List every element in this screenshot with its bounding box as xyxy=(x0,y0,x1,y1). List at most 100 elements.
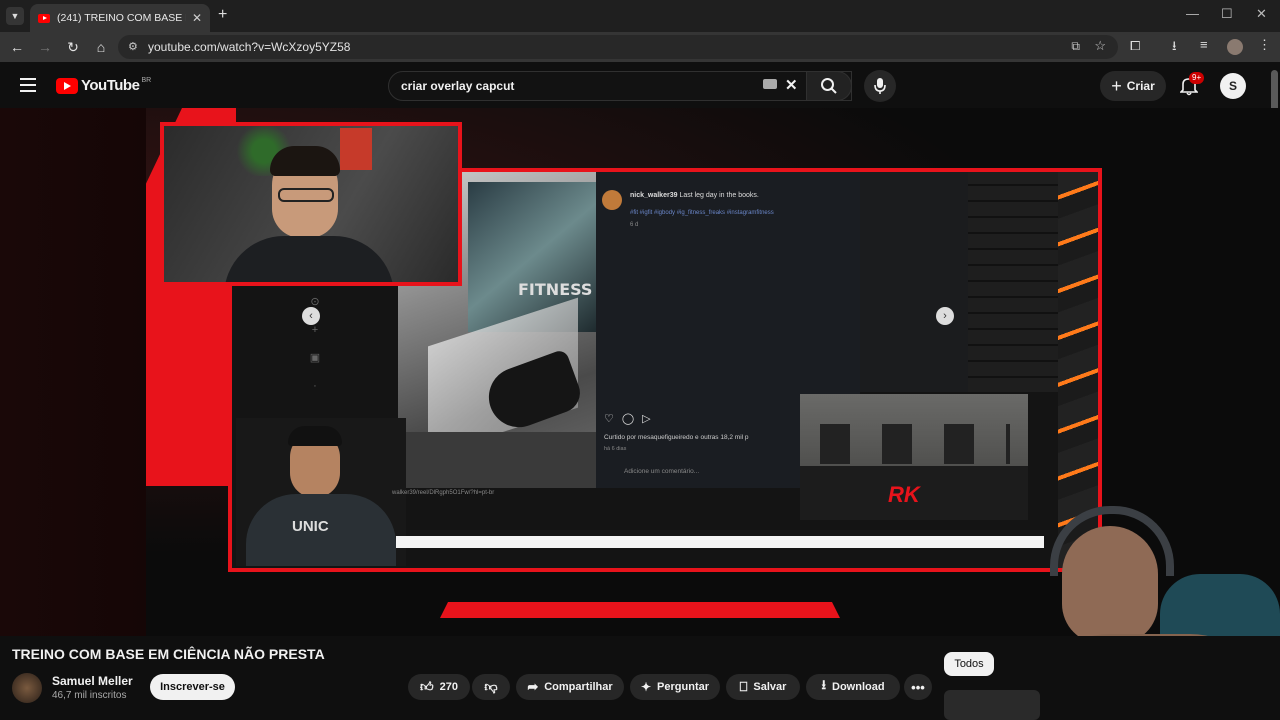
ask-button[interactable]: ✦ Perguntar xyxy=(630,674,720,700)
podcast-people xyxy=(820,424,1010,464)
left-dark-panel xyxy=(0,108,146,636)
share-button[interactable]: ➦ Compartilhar xyxy=(516,674,624,700)
share-icon: ➦ xyxy=(527,679,539,694)
home-icon[interactable]: ⌂ xyxy=(87,33,115,61)
streamer-cutout xyxy=(1040,504,1280,636)
webcam-poster xyxy=(340,128,372,170)
keyboard-icon[interactable] xyxy=(763,79,777,89)
more-actions-button[interactable]: ••• xyxy=(904,674,932,700)
podcast-logo: RK xyxy=(888,482,920,507)
youtube-logo-text: YouTube xyxy=(81,77,140,94)
share-label: Compartilhar xyxy=(544,681,613,693)
post-actions: ♡◯▷ xyxy=(604,413,659,425)
browser-menu-icon[interactable]: ⋮ xyxy=(1258,37,1271,53)
channel-avatar[interactable] xyxy=(12,673,42,703)
tab-search-icon[interactable]: ▼ xyxy=(6,7,24,25)
ask-label: Perguntar xyxy=(657,681,710,693)
forward-icon[interactable]: → xyxy=(31,33,59,61)
gym-floor xyxy=(398,432,596,488)
post-age: 6 d xyxy=(630,222,639,228)
streamer-webcam-overlay xyxy=(160,122,462,286)
next-arrow-icon: › xyxy=(936,307,954,325)
streamer-headset xyxy=(1050,506,1174,576)
screen-white-bar xyxy=(396,536,1044,548)
search-button[interactable] xyxy=(806,71,852,101)
prev-arrow-icon: ‹ xyxy=(302,307,320,325)
subscribe-label: Inscrever-se xyxy=(160,681,225,693)
voice-search-button[interactable] xyxy=(864,70,896,102)
like-count: 270 xyxy=(439,681,458,693)
webcam-person-hair xyxy=(270,146,340,176)
dislike-button[interactable]: 👎︎ xyxy=(472,674,510,700)
maximize-icon[interactable]: ☐ xyxy=(1221,6,1233,22)
profile-avatar-icon[interactable] xyxy=(1227,39,1243,55)
streamer-chair xyxy=(1160,574,1280,636)
save-button[interactable]: ⎕ Salvar xyxy=(726,674,800,700)
filter-chip-label: Todos xyxy=(954,658,984,670)
search-icon xyxy=(821,78,837,94)
minimize-icon[interactable]: — xyxy=(1186,6,1199,21)
region-code: BR xyxy=(141,77,152,84)
download-button[interactable]: ⭳ Download xyxy=(806,674,900,700)
extensions-icon[interactable]: ⧠ xyxy=(1130,38,1140,54)
gym-sign: FITNESS xyxy=(518,280,593,299)
browser-tab-active[interactable]: (241) TREINO COM BASE EM CIÊ ✕ xyxy=(30,4,210,32)
install-app-icon[interactable]: ⧉ xyxy=(1071,39,1080,54)
post-header: nick_walker39 Last leg day in the books. xyxy=(630,192,759,199)
sparkle-icon: ✦ xyxy=(640,680,652,694)
subscribe-button[interactable]: Inscrever-se xyxy=(150,674,235,700)
plus-icon: + xyxy=(1111,75,1122,96)
filter-chip-all[interactable]: Todos xyxy=(944,652,994,676)
bookmark-icon: ⎕ xyxy=(739,679,748,694)
create-button[interactable]: + Criar xyxy=(1100,71,1166,101)
download-icon: ⭳ xyxy=(821,677,826,692)
comment-input-mock: Adicione um comentário... xyxy=(624,468,700,475)
avatar-letter: S xyxy=(1228,79,1237,93)
presenter-cap xyxy=(288,426,342,446)
post-avatar xyxy=(602,190,622,210)
create-label: Criar xyxy=(1126,79,1155,93)
back-icon[interactable]: ← xyxy=(3,33,31,61)
screen-url-fragment: walker39/reel/DlRgph5O1Fw/?hl=pt-br xyxy=(392,490,495,496)
webcam-person-body xyxy=(224,236,394,282)
notifications-button[interactable]: 9+ xyxy=(1179,72,1205,96)
new-tab-button[interactable]: + xyxy=(218,6,227,24)
address-bar[interactable]: ⚙ youtube.com/watch?v=WcXzoy5YZ58 ⧉ ☆ xyxy=(118,35,1118,59)
youtube-logo[interactable]: YouTube BR xyxy=(56,77,151,94)
browser-tab-strip: ▼ (241) TREINO COM BASE EM CIÊ ✕ + — ☐ ✕ xyxy=(0,0,1280,32)
media-control-icon[interactable]: ≡ xyxy=(1200,37,1208,52)
downloads-icon[interactable]: ⭳ xyxy=(1172,37,1177,59)
subscriber-count: 46,7 mil inscritos xyxy=(52,690,127,701)
post-caption: Last leg day in the books. xyxy=(679,192,759,199)
close-tab-icon[interactable]: ✕ xyxy=(192,11,202,25)
thumbs-down-icon: 👎︎ xyxy=(484,679,498,694)
channel-name[interactable]: Samuel Meller xyxy=(52,674,133,688)
site-info-icon[interactable]: ⚙ xyxy=(128,40,138,53)
reload-icon[interactable]: ↻ xyxy=(59,33,87,61)
search-input[interactable]: criar overlay capcut ✕ xyxy=(388,71,852,101)
post-tags: #fit #igfit #igbody #ig_fitness_freaks #… xyxy=(630,210,774,216)
more-horizontal-icon: ••• xyxy=(911,679,925,695)
download-label: Download xyxy=(832,681,885,693)
like-button[interactable]: 👍︎ 270 xyxy=(408,674,470,700)
account-avatar[interactable]: S xyxy=(1220,73,1246,99)
hamburger-menu-icon[interactable] xyxy=(20,78,36,92)
podcast-overlay: RK xyxy=(800,394,1028,520)
close-window-icon[interactable]: ✕ xyxy=(1256,6,1267,22)
shirt-logo: UNIC xyxy=(292,518,329,535)
bookmark-star-icon[interactable]: ☆ xyxy=(1094,38,1106,54)
lower-red-bar xyxy=(440,602,840,618)
microphone-icon xyxy=(874,78,886,94)
video-player[interactable]: ⊙ + ▣ · ‹ FITNESS nick_walker39 Last leg da… xyxy=(0,108,1280,636)
url-text: youtube.com/watch?v=WcXzoy5YZ58 xyxy=(148,40,351,54)
presenter-overlay: UNIC xyxy=(236,418,406,566)
webcam-glasses xyxy=(278,188,334,202)
screen-dark-right xyxy=(860,172,970,392)
clear-search-icon[interactable]: ✕ xyxy=(785,76,798,94)
post-username: nick_walker39 xyxy=(630,192,678,199)
tab-title: (241) TREINO COM BASE EM CIÊ xyxy=(57,12,186,24)
post-time: há 6 dias xyxy=(604,446,627,452)
recommended-thumbnail[interactable] xyxy=(944,690,1040,720)
video-title: TREINO COM BASE EM CIÊNCIA NÃO PRESTA xyxy=(12,646,325,662)
notification-badge: 9+ xyxy=(1189,72,1205,84)
